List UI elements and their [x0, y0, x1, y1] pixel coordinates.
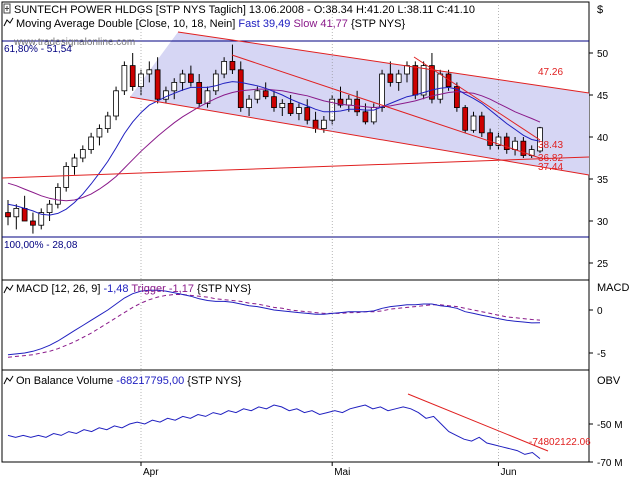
level-label-4: 37.44	[538, 162, 563, 173]
obv-y-tick-label: -50 M	[597, 420, 623, 431]
candle-body	[30, 220, 36, 226]
obv-y-tick-label: -70 M	[597, 458, 623, 469]
level-label-2: 38.43	[538, 140, 563, 151]
x-tick-label: Mai	[334, 467, 350, 478]
candle-body	[420, 65, 427, 96]
candle-body	[412, 65, 419, 96]
macd-y-tick-label: 0	[597, 306, 603, 317]
candle-body	[46, 203, 53, 213]
fib-top-label: 61,80% - 51,54	[4, 44, 72, 55]
candle-body	[79, 149, 86, 159]
macd-axis-title: MACD	[597, 282, 629, 294]
obv-level-label: -74802122.06	[529, 437, 591, 448]
candle-body	[512, 140, 518, 150]
candle-body	[104, 115, 111, 129]
chart-window: 25 30 35 40 45 50 -5 0 -50 M -70 M Apr Mai Jun SUNTE…	[0, 0, 640, 480]
candle-body	[304, 107, 311, 121]
candle-body	[487, 132, 493, 146]
candle-body	[404, 65, 410, 75]
candle-body	[287, 103, 294, 114]
obv-label: On Balance Volume -68217795,00 {STP NYS}	[16, 375, 242, 387]
candle-body	[88, 136, 94, 150]
candle-body	[345, 98, 352, 106]
candle-body	[387, 73, 394, 83]
candle-body	[13, 207, 20, 218]
candle-body	[254, 90, 261, 100]
level-label-1: 47.26	[538, 67, 563, 78]
candle-body	[221, 61, 227, 75]
candle-body	[321, 119, 327, 129]
price-y-tick-label: 30	[597, 217, 609, 228]
candle-body	[262, 90, 269, 98]
candle-body	[271, 96, 277, 109]
price-y-tick-label: 35	[597, 175, 609, 186]
candle-body	[154, 69, 161, 100]
candle-body	[395, 73, 402, 83]
candle-body	[171, 82, 178, 92]
candle-body	[462, 107, 469, 131]
candle-body	[312, 119, 319, 129]
chart-svg: 25 30 35 40 45 50 -5 0 -50 M -70 M Apr Mai Jun SUNTE…	[1, 1, 629, 478]
candle-body	[196, 82, 203, 104]
x-tick-label: Jun	[500, 467, 516, 478]
candle-body	[212, 73, 219, 92]
candle-body	[63, 165, 70, 188]
candle-body	[279, 103, 286, 109]
candle-body	[429, 65, 435, 100]
candle-body	[478, 115, 485, 134]
candle-body	[296, 107, 302, 114]
candle-body	[113, 90, 119, 117]
candle-body	[362, 111, 369, 123]
currency-label: $	[597, 4, 603, 16]
candle-body	[188, 73, 194, 83]
candle-body	[21, 207, 28, 222]
candle-body	[237, 69, 244, 109]
candle-body	[229, 61, 236, 71]
x-tick-label: Apr	[143, 467, 159, 478]
candle-body	[146, 69, 153, 75]
candle-body	[5, 212, 11, 218]
fib-bottom-label: 100,00% - 28,08	[4, 240, 78, 251]
candle-body	[470, 115, 477, 131]
price-title: SUNTECH POWER HLDGS [STP NYS Taglich] 13…	[14, 4, 475, 16]
indicator-label: Moving Average Double [Close, 10, 18, Ne…	[16, 18, 405, 30]
candle-body	[437, 73, 444, 100]
candle-body	[179, 73, 186, 83]
price-y-tick-label: 45	[597, 91, 609, 102]
candle-body	[121, 65, 128, 92]
macd-label: MACD [12, 26, 9] -1,48 Trigger -1,17 {ST…	[16, 283, 252, 295]
candle-body	[129, 65, 136, 87]
candle-body	[96, 128, 103, 138]
price-y-tick-label: 25	[597, 259, 609, 270]
candle-body	[246, 98, 252, 108]
price-y-tick-label: 40	[597, 133, 609, 144]
candle-body	[55, 186, 61, 205]
candle-body	[379, 73, 385, 108]
price-y-tick-label: 50	[597, 49, 609, 60]
candle-body	[71, 157, 78, 167]
macd-y-tick-label: -5	[597, 349, 606, 360]
obv-axis-title: OBV	[597, 375, 621, 387]
